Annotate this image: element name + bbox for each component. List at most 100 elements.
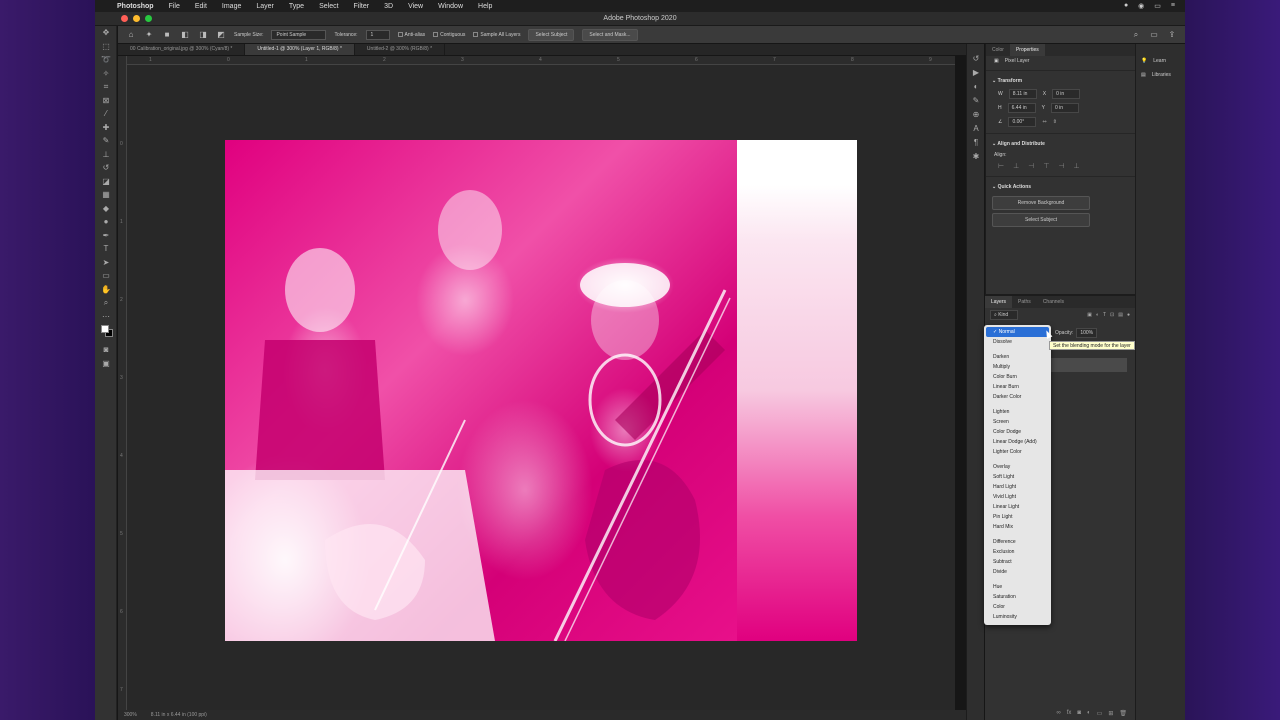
subtract-selection-icon[interactable]: ◨	[198, 30, 208, 40]
new-group-icon[interactable]: ▭	[1097, 710, 1103, 720]
adjustments-icon[interactable]: ◐	[967, 80, 985, 94]
screen-mode-icon[interactable]: ▣	[95, 357, 117, 371]
menu-select[interactable]: Select	[319, 3, 338, 10]
magic-wand-tool-icon[interactable]: ✧	[95, 67, 117, 81]
menu-window[interactable]: Window	[438, 3, 463, 10]
anti-alias-checkbox[interactable]: Anti-alias	[397, 32, 425, 38]
blend-hard-light[interactable]: Hard Light	[984, 482, 1051, 492]
menu-help[interactable]: Help	[478, 3, 492, 10]
blend-pin-light[interactable]: Pin Light	[984, 512, 1051, 522]
blend-vivid-light[interactable]: Vivid Light	[984, 492, 1051, 502]
home-icon[interactable]: ⌂	[126, 30, 136, 40]
blend-normal[interactable]: ✓ Normal	[986, 327, 1049, 337]
document-info[interactable]: 8.11 in x 6.44 in (100 ppi)	[151, 712, 207, 718]
blend-saturation[interactable]: Saturation	[984, 592, 1051, 602]
tab-color[interactable]: Color	[986, 44, 1010, 56]
blend-lighten[interactable]: Lighten	[984, 407, 1051, 417]
battery-icon[interactable]: ▭	[1154, 2, 1161, 10]
blend-linear-light[interactable]: Linear Light	[984, 502, 1051, 512]
blend-dissolve[interactable]: Dissolve	[984, 337, 1051, 347]
blend-color-burn[interactable]: Color Burn	[984, 372, 1051, 382]
angle-field[interactable]: 0.00°	[1008, 117, 1037, 127]
filter-adjustment-icon[interactable]: ◐	[1096, 312, 1099, 318]
align-left-icon[interactable]: ⊢	[998, 162, 1004, 170]
layer-filter-select[interactable]: ⌕ Kind	[990, 310, 1018, 320]
align-middle-icon[interactable]: ⊣	[1058, 162, 1064, 170]
blend-soft-light[interactable]: Soft Light	[984, 472, 1051, 482]
zoom-level[interactable]: 300%	[124, 712, 137, 718]
record-icon[interactable]: ●	[1124, 2, 1128, 10]
tab-paths[interactable]: Paths	[1012, 296, 1037, 308]
more-tools-icon[interactable]: ⋯	[95, 310, 117, 324]
select-subject-panel-button[interactable]: Select Subject	[992, 213, 1090, 227]
filter-type-icon[interactable]: T	[1103, 312, 1106, 318]
blend-difference[interactable]: Difference	[984, 537, 1051, 547]
pen-tool-icon[interactable]: ✒	[95, 229, 117, 243]
marquee-tool-icon[interactable]: ⬚	[95, 40, 117, 54]
foreground-color-swatch[interactable]	[101, 325, 109, 333]
tab-channels[interactable]: Channels	[1037, 296, 1070, 308]
chevron-down-icon[interactable]: ⌄	[992, 78, 996, 84]
blend-hue[interactable]: Hue	[984, 582, 1051, 592]
tab-calibration[interactable]: 00 Calibration_original.jpg @ 300% (Cyan…	[118, 44, 246, 55]
quick-mask-icon[interactable]: ◙	[95, 343, 117, 357]
close-window-button[interactable]	[121, 15, 128, 22]
filter-toggle-icon[interactable]: ●	[1127, 312, 1130, 318]
dodge-tool-icon[interactable]: ●	[95, 215, 117, 229]
tool-presets-icon[interactable]: ✱	[967, 150, 985, 164]
menu-filter[interactable]: Filter	[354, 3, 370, 10]
sample-all-layers-checkbox[interactable]: Sample All Layers	[473, 32, 520, 38]
crop-tool-icon[interactable]: ⌗	[95, 80, 117, 94]
character-icon[interactable]: A	[967, 122, 985, 136]
blend-exclusion[interactable]: Exclusion	[984, 547, 1051, 557]
blend-color[interactable]: Color	[984, 602, 1051, 612]
opacity-field[interactable]: 100%	[1076, 328, 1098, 338]
blend-linear-dodge[interactable]: Linear Dodge (Add)	[984, 437, 1051, 447]
horizontal-ruler[interactable]: 1 0 1 2 3 4 5 6 7 8 9	[127, 56, 955, 65]
actions-icon[interactable]: ▶	[967, 66, 985, 80]
tab-untitled-1[interactable]: Untitled-1 @ 300% (Layer 1, RGB/8) *	[245, 44, 355, 55]
align-bottom-icon[interactable]: ⊥	[1074, 162, 1080, 170]
learn-panel-button[interactable]: 💡 Learn	[1136, 54, 1185, 68]
tolerance-input[interactable]: 1	[365, 29, 390, 40]
gradient-tool-icon[interactable]: ▦	[95, 188, 117, 202]
opacity-control[interactable]: Opacity: 100%	[1055, 328, 1098, 338]
menu-layer[interactable]: Layer	[256, 3, 274, 10]
eraser-tool-icon[interactable]: ◪	[95, 175, 117, 189]
share-icon[interactable]: ⇪	[1167, 30, 1177, 40]
clone-source-icon[interactable]: ⊕	[967, 108, 985, 122]
align-center-icon[interactable]: ⊥	[1013, 162, 1019, 170]
type-tool-icon[interactable]: T	[95, 242, 117, 256]
new-layer-icon[interactable]: ⊞	[1108, 710, 1113, 720]
chevron-down-icon[interactable]: ⌄	[992, 141, 996, 147]
workspace-icon[interactable]: ▭	[1149, 30, 1159, 40]
blur-tool-icon[interactable]: ◆	[95, 202, 117, 216]
link-layers-icon[interactable]: ∞	[1056, 710, 1060, 720]
history-brush-icon[interactable]: ↺	[95, 161, 117, 175]
contiguous-checkbox[interactable]: Contiguous	[433, 32, 465, 38]
blend-color-dodge[interactable]: Color Dodge	[984, 427, 1051, 437]
layer-style-icon[interactable]: fx	[1067, 710, 1072, 720]
menu-3d[interactable]: 3D	[384, 3, 393, 10]
blend-darken[interactable]: Darken	[984, 352, 1051, 362]
lasso-tool-icon[interactable]: ➰	[95, 53, 117, 67]
menu-edit[interactable]: Edit	[195, 3, 207, 10]
blend-hard-mix[interactable]: Hard Mix	[984, 522, 1051, 532]
paragraph-icon[interactable]: ¶	[967, 136, 985, 150]
blend-darker-color[interactable]: Darker Color	[984, 392, 1051, 402]
delete-layer-icon[interactable]: 🗑	[1119, 710, 1127, 720]
libraries-panel-button[interactable]: ▤ Libraries	[1136, 68, 1185, 82]
layer-row[interactable]	[1043, 358, 1127, 372]
eyedropper-tool-icon[interactable]: ⁄	[95, 107, 117, 121]
select-subject-button[interactable]: Select Subject	[528, 28, 575, 41]
filter-pixel-icon[interactable]: ▣	[1087, 312, 1092, 318]
add-mask-icon[interactable]: ◙	[1077, 710, 1081, 720]
menu-view[interactable]: View	[408, 3, 423, 10]
rectangle-tool-icon[interactable]: ▭	[95, 269, 117, 283]
blend-overlay[interactable]: Overlay	[984, 462, 1051, 472]
blend-lighter-color[interactable]: Lighter Color	[984, 447, 1051, 457]
flip-horizontal-icon[interactable]: ⇿	[1042, 119, 1046, 125]
width-field[interactable]: 8.11 in	[1008, 89, 1037, 99]
remove-background-button[interactable]: Remove Background	[992, 196, 1090, 210]
brush-tool-icon[interactable]: ✎	[95, 134, 117, 148]
